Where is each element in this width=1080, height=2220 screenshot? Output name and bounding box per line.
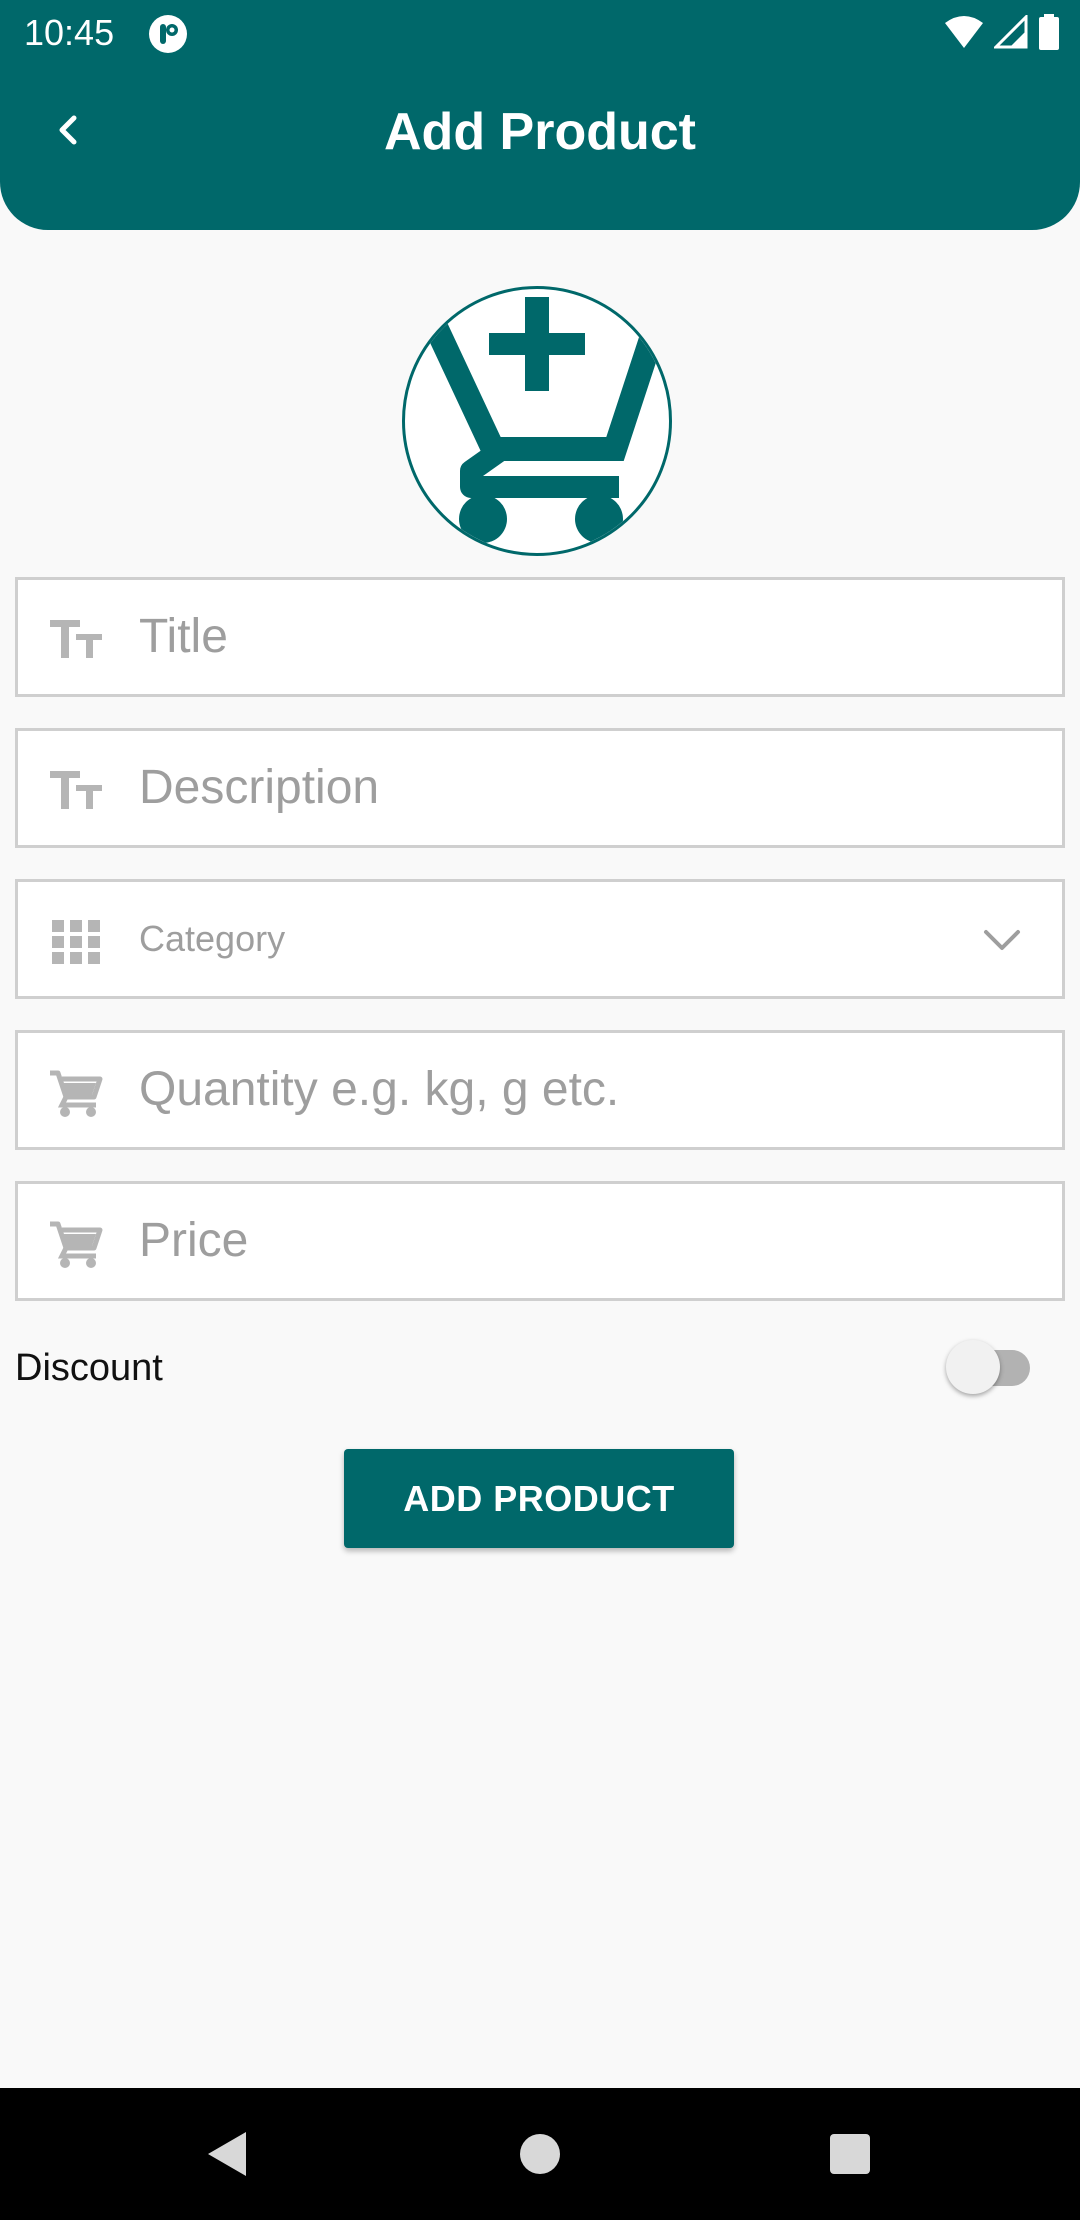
price-placeholder: Price xyxy=(139,1214,249,1267)
category-placeholder: Category xyxy=(139,918,286,959)
app-header: 10:45 Add Product xyxy=(0,0,1080,230)
status-bar: 10:45 xyxy=(0,0,1080,66)
battery-icon xyxy=(1039,14,1059,50)
price-field[interactable]: Price xyxy=(15,1181,1065,1301)
description-placeholder: Description xyxy=(139,761,380,814)
cart-icon xyxy=(50,1221,103,1268)
cellular-signal-icon xyxy=(994,15,1028,49)
add-product-button[interactable]: ADD PRODUCT xyxy=(344,1449,734,1548)
discount-label: Discount xyxy=(15,1347,163,1389)
wifi-icon xyxy=(945,16,983,48)
quantity-field[interactable]: Quantity e.g. kg, g etc. xyxy=(15,1030,1065,1150)
page-title: Add Product xyxy=(384,103,696,161)
discount-toggle[interactable] xyxy=(946,1340,1036,1396)
home-circle-icon[interactable] xyxy=(510,2124,570,2184)
quantity-placeholder: Quantity e.g. kg, g etc. xyxy=(139,1063,620,1116)
status-icons xyxy=(944,14,1060,50)
chevron-down-icon xyxy=(984,930,1020,950)
title-placeholder: Title xyxy=(139,610,228,663)
description-field[interactable]: Description xyxy=(15,728,1065,848)
title-field[interactable]: Title xyxy=(15,577,1065,697)
back-triangle-icon[interactable] xyxy=(200,2124,260,2184)
toggle-thumb xyxy=(946,1340,1000,1394)
cart-plus-icon xyxy=(424,297,665,543)
app-notification-icon xyxy=(149,15,187,53)
recents-square-icon[interactable] xyxy=(820,2124,880,2184)
text-size-icon xyxy=(50,620,102,658)
category-dropdown[interactable]: Category xyxy=(15,879,1065,999)
product-image-picker[interactable] xyxy=(402,286,672,556)
grid-icon xyxy=(52,920,100,964)
cart-icon xyxy=(50,1070,103,1117)
status-time: 10:45 xyxy=(24,12,115,53)
text-size-icon xyxy=(50,771,102,809)
system-nav-bar xyxy=(0,2088,1080,2220)
